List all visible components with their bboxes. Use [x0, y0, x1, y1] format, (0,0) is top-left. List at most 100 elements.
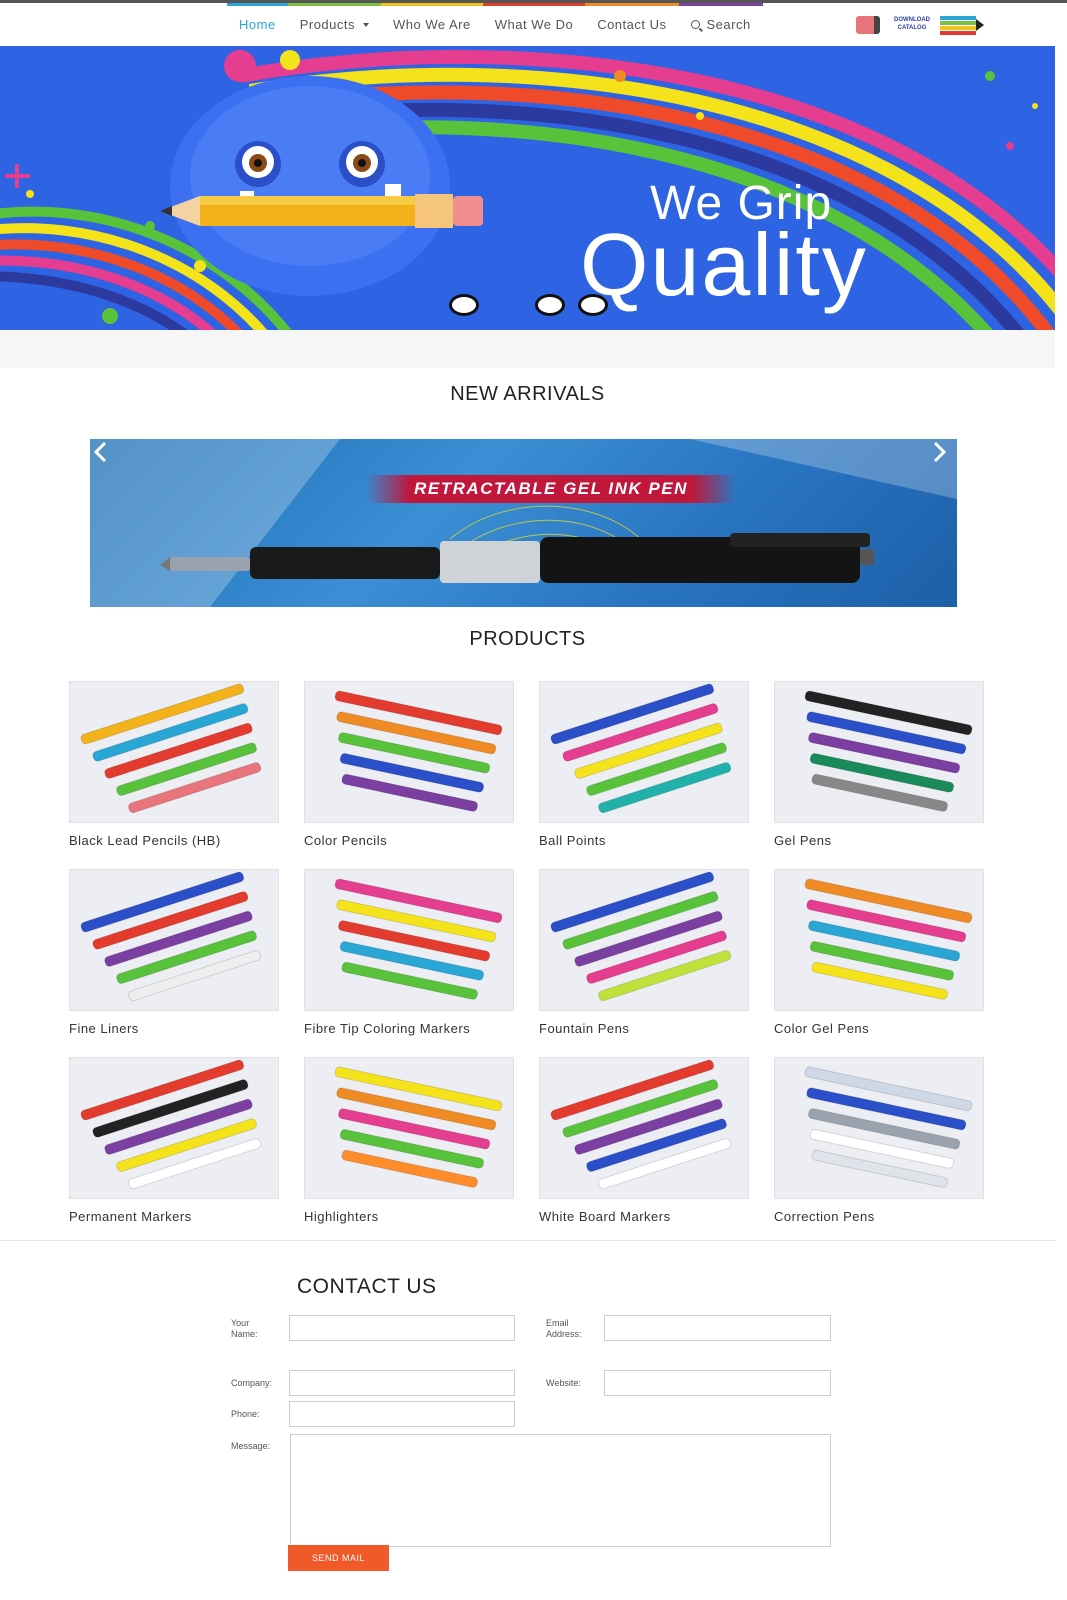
product-card[interactable]: Highlighters [304, 1057, 514, 1224]
product-name[interactable]: Highlighters [304, 1209, 514, 1224]
banner-title: RETRACTABLE GEL INK PEN [366, 475, 736, 503]
company-label: Company: [231, 1378, 273, 1388]
new-arrivals-heading: NEW ARRIVALS [450, 383, 605, 405]
nav-color-bar [585, 3, 679, 6]
eraser-icon [856, 16, 880, 34]
search-icon [690, 20, 700, 29]
fine-liners-image[interactable] [69, 869, 279, 1011]
nav-item-home[interactable]: Home [227, 3, 288, 46]
pencil-cup-image[interactable] [69, 681, 279, 823]
nav-item-search[interactable]: Search [678, 3, 763, 46]
name-field[interactable] [289, 1315, 515, 1341]
gel-pen-artwork [90, 439, 957, 607]
message-label: Message: [231, 1441, 271, 1451]
product-name[interactable]: Black Lead Pencils (HB) [69, 833, 279, 848]
product-illustration [804, 878, 973, 1000]
hero-tagline-large: Quality [580, 215, 868, 314]
nav-item-label: Contact Us [597, 17, 667, 32]
nav-color-bar [381, 3, 483, 6]
product-card[interactable]: Fountain Pens [539, 869, 749, 1036]
nav-item-label: Products [299, 17, 355, 32]
product-illustration [804, 1066, 973, 1188]
slider-dot[interactable] [449, 294, 479, 316]
nav-color-bar [287, 3, 381, 6]
product-card[interactable]: Color Pencils [304, 681, 514, 848]
email-label: Email Address: [546, 1318, 582, 1340]
message-textarea[interactable] [290, 1434, 831, 1547]
product-name[interactable]: Fine Liners [69, 1021, 279, 1036]
hero-bottom-band [0, 330, 1055, 368]
product-name[interactable]: Permanent Markers [69, 1209, 279, 1224]
product-card[interactable]: Correction Pens [774, 1057, 984, 1224]
download-catalog-button[interactable]: DOWNLOAD CATALOG [856, 14, 990, 38]
product-card[interactable]: Fine Liners [69, 869, 279, 1036]
product-illustration [550, 683, 732, 814]
nav-item-what-we-do[interactable]: What We Do [482, 3, 586, 46]
product-card[interactable]: Fibre Tip Coloring Markers [304, 869, 514, 1036]
hero-banner: We Grip Quality [0, 46, 1055, 330]
product-illustration [550, 1059, 732, 1190]
chevron-left-icon[interactable] [90, 439, 112, 465]
slider-dot[interactable] [535, 294, 565, 316]
pencil-tip-icon [976, 19, 984, 31]
product-card[interactable]: Ball Points [539, 681, 749, 848]
label-line: Name: [231, 1329, 258, 1339]
product-illustration [80, 1059, 262, 1190]
phone-label: Phone: [231, 1409, 260, 1419]
chevron-right-icon[interactable] [928, 439, 950, 465]
nav-item-who-we-are[interactable]: Who We Are [381, 3, 483, 46]
product-card[interactable]: Black Lead Pencils (HB) [69, 681, 279, 848]
label-line: Your [231, 1318, 250, 1328]
email-field[interactable] [604, 1315, 831, 1341]
nav-item-contact-us[interactable]: Contact Us [585, 3, 679, 46]
color-gel-pens-image[interactable] [774, 869, 984, 1011]
website-label: Website: [546, 1378, 581, 1388]
name-label: Your Name: [231, 1318, 258, 1340]
product-card[interactable]: Color Gel Pens [774, 869, 984, 1036]
hero-artwork [0, 49, 1055, 330]
product-name[interactable]: Fountain Pens [539, 1021, 749, 1036]
correction-pens-image[interactable] [774, 1057, 984, 1199]
product-name[interactable]: White Board Markers [539, 1209, 749, 1224]
nav-item-label: Who We Are [393, 17, 471, 32]
nav-item-label: Home [239, 17, 276, 32]
fibre-markers-image[interactable] [304, 869, 514, 1011]
nav-item-products[interactable]: Products [287, 3, 381, 46]
product-name[interactable]: Fibre Tip Coloring Markers [304, 1021, 514, 1036]
product-name[interactable]: Ball Points [539, 833, 749, 848]
product-name[interactable]: Color Gel Pens [774, 1021, 984, 1036]
gel-pens-image[interactable] [774, 681, 984, 823]
product-illustration [80, 683, 262, 814]
product-card[interactable]: Gel Pens [774, 681, 984, 848]
pencil-stripes-icon [940, 16, 976, 35]
phone-field[interactable] [289, 1401, 515, 1427]
catalog-label: DOWNLOAD CATALOG [894, 17, 930, 31]
fountain-pens-image[interactable] [539, 869, 749, 1011]
product-name[interactable]: Gel Pens [774, 833, 984, 848]
product-illustration [804, 690, 973, 812]
label-line: Email [546, 1318, 569, 1328]
highlighters-image[interactable] [304, 1057, 514, 1199]
product-name[interactable]: Correction Pens [774, 1209, 984, 1224]
nav-item-label: What We Do [494, 17, 574, 32]
website-field[interactable] [604, 1370, 831, 1396]
product-card[interactable]: Permanent Markers [69, 1057, 279, 1224]
permanent-markers-image[interactable] [69, 1057, 279, 1199]
company-field[interactable] [289, 1370, 515, 1396]
product-card[interactable]: White Board Markers [539, 1057, 749, 1224]
navbar: Home Products Who We Are What We Do Cont… [0, 3, 1067, 46]
send-mail-button[interactable]: SEND MAIL [288, 1545, 389, 1571]
product-name[interactable]: Color Pencils [304, 833, 514, 848]
product-illustration [334, 1066, 503, 1188]
ball-points-image[interactable] [539, 681, 749, 823]
product-illustration [550, 871, 732, 1002]
product-illustration [334, 878, 503, 1000]
contact-heading: CONTACT US [297, 1275, 437, 1298]
nav-item-label: Search [706, 17, 751, 32]
product-illustration [334, 690, 503, 812]
label-line: Address: [546, 1329, 582, 1339]
nav-color-bar [227, 3, 288, 6]
whiteboard-markers-image[interactable] [539, 1057, 749, 1199]
slider-dot[interactable] [578, 294, 608, 316]
color-pencils-image[interactable] [304, 681, 514, 823]
